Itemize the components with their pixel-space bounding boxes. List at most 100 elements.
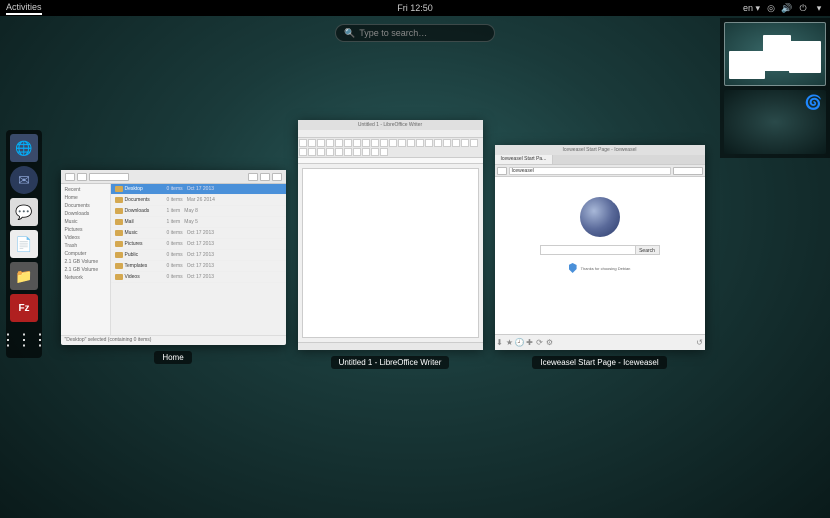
restore-session-icon[interactable]: ↺ — [695, 338, 705, 348]
path-bar[interactable] — [89, 173, 129, 181]
toolbar-button[interactable] — [371, 148, 379, 156]
sidebar-item[interactable]: Computer — [63, 250, 108, 258]
file-row[interactable]: Desktop0 items Oct 17 2013 — [111, 184, 286, 195]
sidebar-item[interactable]: Documents — [63, 202, 108, 210]
bookmarks-icon[interactable]: ★ — [505, 338, 515, 348]
file-row[interactable]: Music0 items Oct 17 2013 — [111, 228, 286, 239]
toolbar-button[interactable] — [344, 139, 352, 147]
sidebar-item[interactable]: Downloads — [63, 210, 108, 218]
toolbar-button[interactable] — [317, 139, 325, 147]
toolbar-button[interactable] — [371, 139, 379, 147]
toolbar-button[interactable] — [407, 139, 415, 147]
clock[interactable]: Fri 12:50 — [397, 3, 433, 13]
downloads-icon[interactable]: ⬇ — [495, 338, 505, 348]
file-row[interactable]: Documents0 items Mar 26 2014 — [111, 195, 286, 206]
toolbar-button[interactable] — [353, 139, 361, 147]
file-row[interactable]: Public0 items Oct 17 2013 — [111, 250, 286, 261]
toolbar-button[interactable] — [344, 148, 352, 156]
back-button[interactable] — [65, 173, 75, 181]
toolbar-button[interactable] — [425, 139, 433, 147]
sidebar-item[interactable]: 2.1 GB Volume — [63, 258, 108, 266]
url-input[interactable]: Iceweasel — [509, 167, 671, 175]
browser-tab[interactable]: Iceweasel Start Pa... — [495, 155, 554, 164]
sidebar-item[interactable]: 2.1 GB Volume — [63, 266, 108, 274]
reload-button[interactable] — [497, 167, 507, 175]
toolbar-button[interactable] — [434, 139, 442, 147]
file-row[interactable]: Downloads1 item May 8 — [111, 206, 286, 217]
toolbar-button[interactable] — [452, 139, 460, 147]
window-preview-files[interactable]: RecentHomeDocumentsDownloadsMusicPicture… — [61, 170, 286, 369]
sidebar-item[interactable]: Recent — [63, 186, 108, 194]
toolbar-button[interactable] — [389, 139, 397, 147]
folder-icon — [115, 197, 123, 203]
search-provider[interactable] — [673, 167, 703, 175]
security-notice: Thanks for choosing Debian — [569, 263, 631, 273]
keyboard-layout-indicator[interactable]: en ▾ — [743, 3, 760, 14]
file-row[interactable]: Templates0 items Oct 17 2013 — [111, 261, 286, 272]
view-list-button[interactable] — [260, 173, 270, 181]
toolbar-button[interactable] — [299, 139, 307, 147]
toolbar-button[interactable] — [326, 139, 334, 147]
toolbar-button[interactable] — [353, 148, 361, 156]
view-icon-button[interactable] — [248, 173, 258, 181]
files-list: Desktop0 items Oct 17 2013Documents0 ite… — [111, 184, 286, 335]
menu-button[interactable] — [272, 173, 282, 181]
start-search-button[interactable]: Search — [635, 246, 659, 254]
volume-icon[interactable]: 🔊 — [782, 3, 792, 13]
toolbar-button[interactable] — [380, 139, 388, 147]
dock-filezilla[interactable]: Fz — [10, 294, 38, 322]
toolbar-button[interactable] — [380, 148, 388, 156]
writer-document[interactable] — [302, 168, 479, 338]
dock-evolution[interactable]: ✉ — [10, 166, 38, 194]
toolbar-button[interactable] — [443, 139, 451, 147]
sidebar-item[interactable]: Videos — [63, 234, 108, 242]
dock-files[interactable]: 📁 — [10, 262, 38, 290]
file-row[interactable]: Pictures0 items Oct 17 2013 — [111, 239, 286, 250]
toolbar-button[interactable] — [335, 139, 343, 147]
toolbar-button[interactable] — [470, 139, 478, 147]
file-row[interactable]: Mail1 item May 5 — [111, 217, 286, 228]
toolbar-button[interactable] — [299, 148, 307, 156]
sidebar-item[interactable]: Network — [63, 274, 108, 282]
power-icon[interactable]: ⏻ — [798, 3, 808, 13]
toolbar-button[interactable] — [461, 139, 469, 147]
sidebar-item[interactable]: Music — [63, 218, 108, 226]
file-row[interactable]: Videos0 items Oct 17 2013 — [111, 272, 286, 283]
toolbar-button[interactable] — [317, 148, 325, 156]
search-input[interactable]: 🔍 Type to search… — [335, 24, 495, 42]
window-preview-browser[interactable]: Iceweasel Start Page - Iceweasel Iceweas… — [495, 170, 705, 369]
dock-libreoffice-writer[interactable]: 📄 — [10, 230, 38, 258]
activities-button[interactable]: Activities — [6, 2, 42, 15]
forward-button[interactable] — [77, 173, 87, 181]
writer-menubar[interactable] — [298, 130, 483, 138]
toolbar-button[interactable] — [308, 139, 316, 147]
addons-icon[interactable]: ✚ — [525, 338, 535, 348]
dock-iceweasel[interactable]: 🌐 — [10, 134, 38, 162]
sync-icon[interactable]: ⟳ — [535, 338, 545, 348]
folder-icon — [115, 186, 123, 192]
toolbar-button[interactable] — [416, 139, 424, 147]
start-search-input[interactable] — [541, 246, 635, 254]
toolbar-button[interactable] — [362, 139, 370, 147]
user-menu-icon[interactable]: ▾ — [814, 3, 824, 13]
sidebar-item[interactable]: Trash — [63, 242, 108, 250]
iceweasel-logo — [580, 197, 620, 237]
toolbar-button[interactable] — [308, 148, 316, 156]
sidebar-item[interactable]: Home — [63, 194, 108, 202]
history-icon[interactable]: 🕘 — [515, 338, 525, 348]
writer-ruler — [298, 158, 483, 164]
accessibility-icon[interactable]: ◎ — [766, 3, 776, 13]
toolbar-button[interactable] — [398, 139, 406, 147]
dock-show-apps[interactable]: ⋮⋮⋮ — [10, 326, 38, 354]
file-name: Downloads — [125, 208, 165, 214]
workspace-1[interactable] — [724, 22, 826, 86]
toolbar-button[interactable] — [335, 148, 343, 156]
window-preview-writer[interactable]: Untitled 1 - LibreOffice Writer Untitled… — [298, 170, 483, 369]
dock-empathy[interactable]: 💬 — [10, 198, 38, 226]
toolbar-button[interactable] — [362, 148, 370, 156]
settings-icon[interactable]: ⚙ — [545, 338, 555, 348]
toolbar-button[interactable] — [326, 148, 334, 156]
sidebar-item[interactable]: Pictures — [63, 226, 108, 234]
workspace-2[interactable]: 🌀 — [724, 90, 826, 154]
writer-toolbar[interactable] — [298, 138, 483, 158]
